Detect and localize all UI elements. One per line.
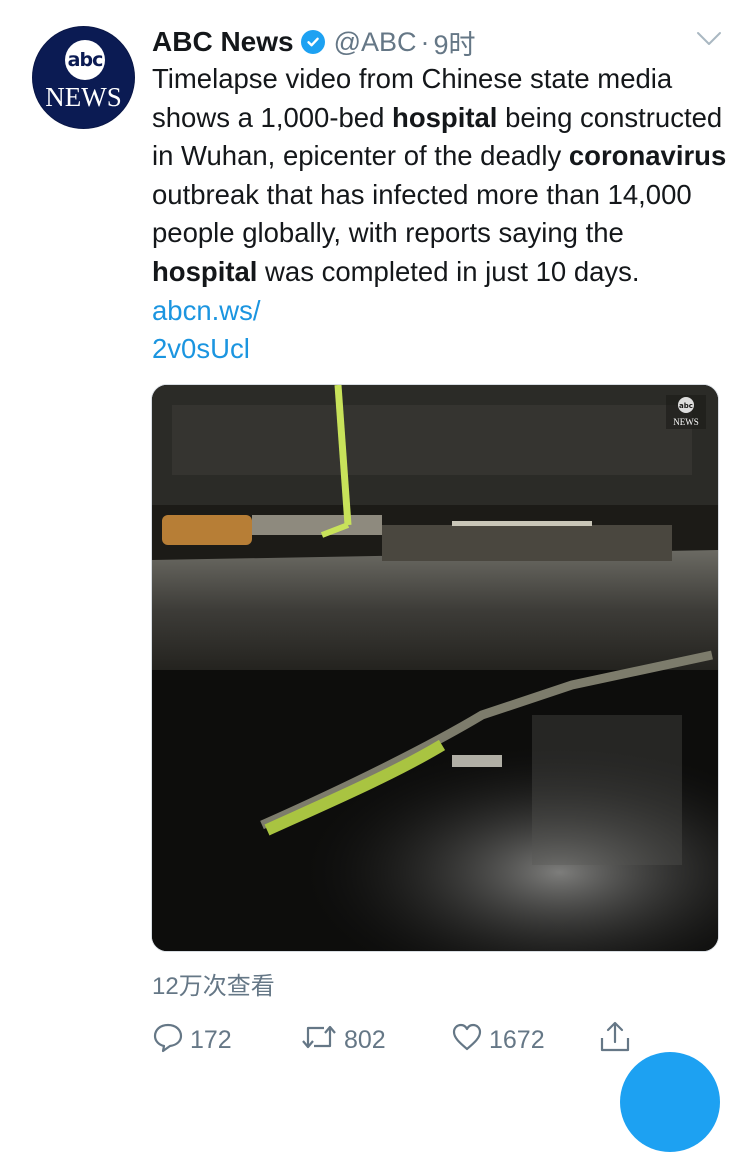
tweet-card[interactable]: abc NEWS ABC News @ABC · 9时 Timelapse vi… bbox=[0, 0, 750, 1152]
news-logo-text: NEWS bbox=[45, 82, 122, 112]
avatar[interactable]: abc NEWS bbox=[32, 26, 135, 129]
like-count: 1672 bbox=[489, 1025, 545, 1054]
tweet-text: Timelapse video from Chinese state media… bbox=[152, 60, 727, 369]
reply-icon bbox=[152, 1021, 190, 1060]
separator-dot: · bbox=[420, 26, 430, 57]
watermark-news: NEWS bbox=[673, 417, 699, 427]
tweet-header: ABC News @ABC · 9时 bbox=[152, 22, 476, 62]
tweet-keyword: hospital bbox=[152, 255, 258, 287]
compose-tweet-button[interactable] bbox=[620, 1052, 720, 1152]
retweet-icon bbox=[300, 1021, 344, 1060]
like-button[interactable]: 1672 bbox=[451, 1020, 545, 1060]
retweet-button[interactable]: 802 bbox=[300, 1020, 386, 1060]
heart-icon bbox=[451, 1021, 489, 1060]
abc-logo-circle: abc bbox=[65, 40, 105, 80]
tweet-text-segment: outbreak that has infected more than 14,… bbox=[152, 178, 692, 249]
share-icon bbox=[598, 1020, 638, 1061]
share-button[interactable] bbox=[598, 1020, 638, 1060]
watermark-abc: abc bbox=[679, 402, 693, 410]
chevron-down-icon[interactable] bbox=[696, 30, 722, 48]
tweet-link[interactable]: abcn.ws/2v0sUcl bbox=[152, 295, 261, 365]
tweet-text-segment: was completed in just 10 days. bbox=[257, 255, 640, 287]
user-handle[interactable]: @ABC bbox=[334, 27, 417, 58]
display-name[interactable]: ABC News bbox=[152, 26, 294, 58]
reply-button[interactable]: 172 bbox=[152, 1020, 232, 1060]
tweet-keyword: hospital bbox=[392, 101, 498, 133]
tweet-keyword: coronavirus bbox=[568, 140, 727, 172]
retweet-count: 802 bbox=[344, 1025, 386, 1054]
video-thumbnail[interactable]: abc NEWS bbox=[151, 384, 719, 952]
verified-badge-icon bbox=[300, 30, 325, 54]
tweet-time[interactable]: 9时 bbox=[434, 23, 476, 62]
view-count: 12万次查看 bbox=[152, 973, 275, 1000]
reply-count: 172 bbox=[190, 1025, 232, 1054]
action-bar: 172 802 1672 bbox=[0, 1020, 750, 1060]
